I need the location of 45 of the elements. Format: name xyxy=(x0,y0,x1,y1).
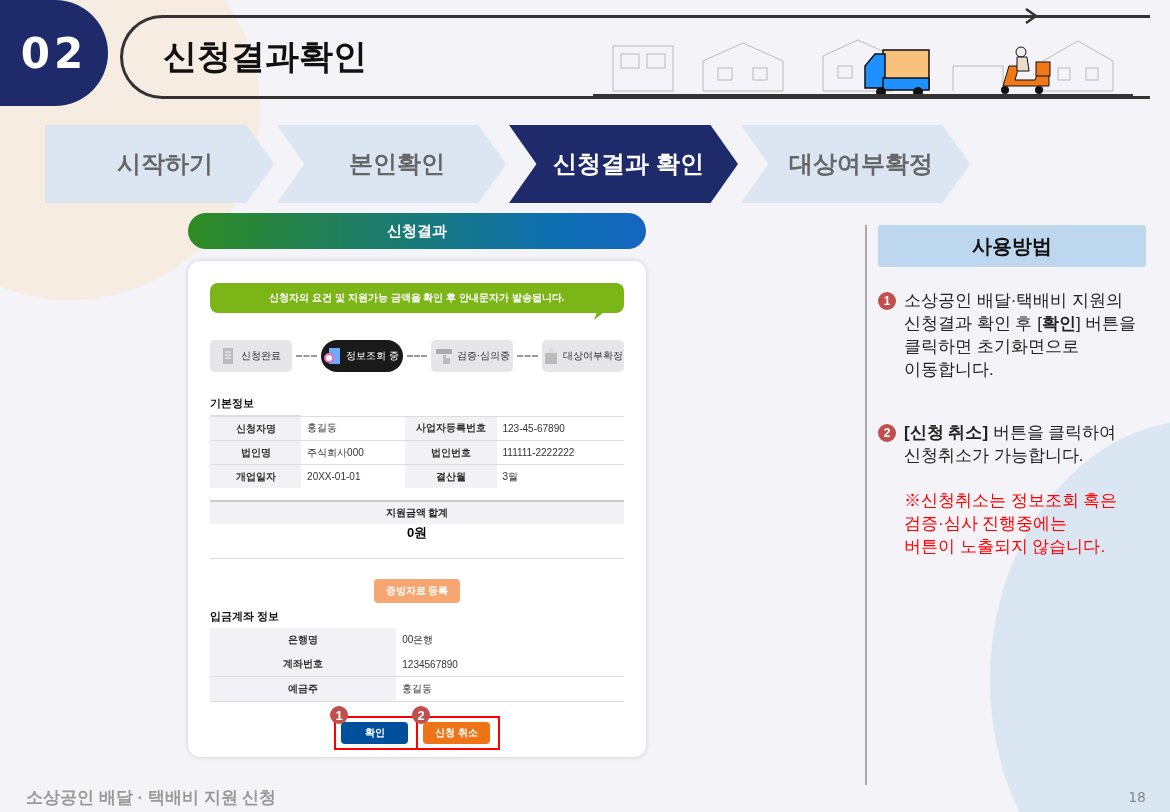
document-icon xyxy=(543,347,559,365)
table-header-cell: 신청자명 xyxy=(210,416,302,441)
section-heading: 기본정보 xyxy=(210,396,255,411)
table-header-cell: 법인명 xyxy=(210,440,302,465)
table-header-cell: 결산월 xyxy=(405,464,497,488)
table-header-cell: 개업일자 xyxy=(210,464,302,488)
table-header-cell: 계좌번호 xyxy=(210,652,397,677)
table-header-cell: 은행명 xyxy=(210,628,397,652)
panel-title-bar: 신청결과 xyxy=(188,213,646,249)
step-tab[interactable]: 대상여부확정 xyxy=(741,125,970,203)
guide-title: 사용방법 xyxy=(878,225,1146,267)
page-title: 신청결과확인 xyxy=(163,36,367,77)
step-marker: 1 xyxy=(878,292,896,310)
step-label: 신청완료 xyxy=(241,349,281,363)
step-label: 대상여부확정 xyxy=(563,349,623,363)
section-heading: 입금계좌 정보 xyxy=(210,609,281,624)
table-cell: 00은행 xyxy=(396,628,624,652)
page-number: 18 xyxy=(1128,789,1146,805)
instruction-text: 소상공인 배달·택배비 지원의 신청결과 확인 후 [확인] 버튼을 클릭하면 초기화면으로 이동합니다. xyxy=(904,290,1138,381)
table-cell: 123-45-67890 xyxy=(496,416,624,441)
step-tab[interactable]: 신청결과 확인 xyxy=(509,125,738,203)
table-header-cell: 지원금액 합계 xyxy=(210,502,624,524)
warning-note: ※신청취소는 정보조회 혹은 검증·심사 진행중에는 버튼이 노출되지 않습니다. xyxy=(904,490,1119,558)
table-cell: 1234567890 xyxy=(396,652,624,677)
step-label: 정보조회 중 xyxy=(346,349,400,363)
table-cell: 111111-2222222 xyxy=(496,440,624,465)
table-cell: 홍길동 xyxy=(396,676,624,702)
step-tab[interactable]: 본인확인 xyxy=(277,125,506,203)
table-header-cell: 예금주 xyxy=(210,676,397,702)
table-header-cell: 사업자등록번호 xyxy=(405,416,497,441)
table-cell: 3월 xyxy=(496,464,624,488)
table-header-cell: 법인번호 xyxy=(405,440,497,465)
notice-text: 신청자의 요건 및 지원가능 금액을 확인 후 안내문자가 발송됩니다. xyxy=(269,291,565,305)
total-amount: 0원 xyxy=(210,524,624,559)
confirm-button[interactable]: 확인 xyxy=(341,722,408,744)
instruction-text: [신청 취소] 버튼을 클릭하여 신청취소가 가능합니다. xyxy=(904,422,1118,467)
number-badge: 02 xyxy=(0,0,108,106)
step-marker: 2 xyxy=(412,706,430,724)
step-tab[interactable]: 시작하기 xyxy=(45,125,274,203)
step-marker: 1 xyxy=(330,706,348,724)
footer-title: 소상공인 배달 · 택배비 지원 신청 xyxy=(26,786,277,809)
step-label: 검증·심의중 xyxy=(456,349,510,363)
search-document-icon xyxy=(324,347,343,365)
step-marker: 2 xyxy=(878,424,896,442)
cancel-button[interactable]: 신청 취소 xyxy=(423,722,490,744)
